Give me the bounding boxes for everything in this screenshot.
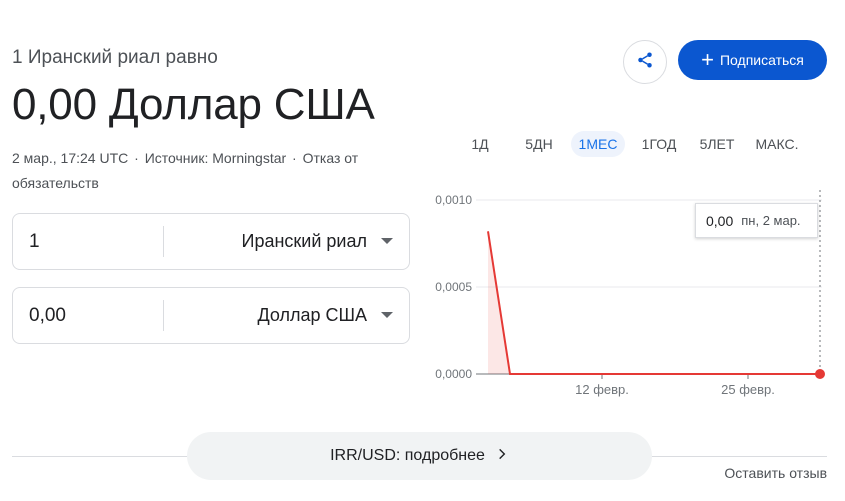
- y-tick-label: 0,0010: [435, 193, 472, 207]
- data-point[interactable]: [815, 369, 825, 379]
- share-button[interactable]: [623, 40, 667, 84]
- to-converter-box: 0,00 Доллар США: [12, 287, 410, 344]
- to-currency-select[interactable]: Доллар США: [257, 288, 367, 343]
- tab-1m[interactable]: 1МЕС: [571, 131, 625, 157]
- plus-icon: +: [701, 47, 714, 72]
- header-subtitle: 1 Иранский риал равно: [12, 47, 218, 68]
- rate-meta: 2 мар., 17:24 UTC · Источник: Morningsta…: [12, 150, 359, 191]
- tab-5d[interactable]: 5ДН: [516, 131, 562, 157]
- x-ticks: 12 февр. 25 февр.: [575, 374, 775, 397]
- y-tick-label: 0,0005: [435, 280, 472, 294]
- rate-source: Источник: Morningstar: [144, 150, 287, 166]
- y-ticks: 0,0010 0,0005 0,0000: [435, 193, 472, 381]
- chart-tooltip: 0,00 пн, 2 мар.: [695, 203, 818, 238]
- converter-divider: [163, 300, 164, 331]
- details-button[interactable]: IRR/USD: подробнее: [187, 432, 652, 480]
- chevron-down-icon[interactable]: [381, 312, 393, 318]
- exchange-rate-value: 0,00 Доллар США: [12, 80, 375, 129]
- from-converter-box: 1 Иранский риал: [12, 213, 410, 270]
- tab-1y[interactable]: 1ГОД: [636, 131, 682, 157]
- series-line: [487, 231, 820, 375]
- to-amount-input[interactable]: 0,00: [29, 288, 66, 343]
- chevron-down-icon[interactable]: [381, 238, 393, 244]
- x-tick-label: 25 февр.: [721, 382, 775, 397]
- chevron-right-icon: [495, 447, 509, 466]
- rate-timestamp: 2 мар., 17:24 UTC: [12, 150, 129, 166]
- subscribe-label: Подписаться: [719, 52, 804, 68]
- tab-max[interactable]: МАКС.: [750, 131, 804, 157]
- converter-divider: [163, 226, 164, 257]
- tooltip-value: 0,00: [706, 212, 734, 229]
- from-amount-input[interactable]: 1: [29, 214, 40, 269]
- subscribe-button[interactable]: + Подписаться: [678, 40, 827, 80]
- details-label: IRR/USD: подробнее: [330, 447, 485, 464]
- y-tick-label: 0,0000: [435, 367, 472, 381]
- tooltip-date: пн, 2 мар.: [741, 213, 801, 228]
- feedback-link[interactable]: Оставить отзыв: [724, 465, 827, 481]
- tab-5y[interactable]: 5ЛЕТ: [694, 131, 740, 157]
- share-icon: [636, 51, 654, 74]
- tab-1d[interactable]: 1Д: [460, 131, 500, 157]
- x-tick-label: 12 февр.: [575, 382, 629, 397]
- from-currency-select[interactable]: Иранский риал: [242, 214, 367, 269]
